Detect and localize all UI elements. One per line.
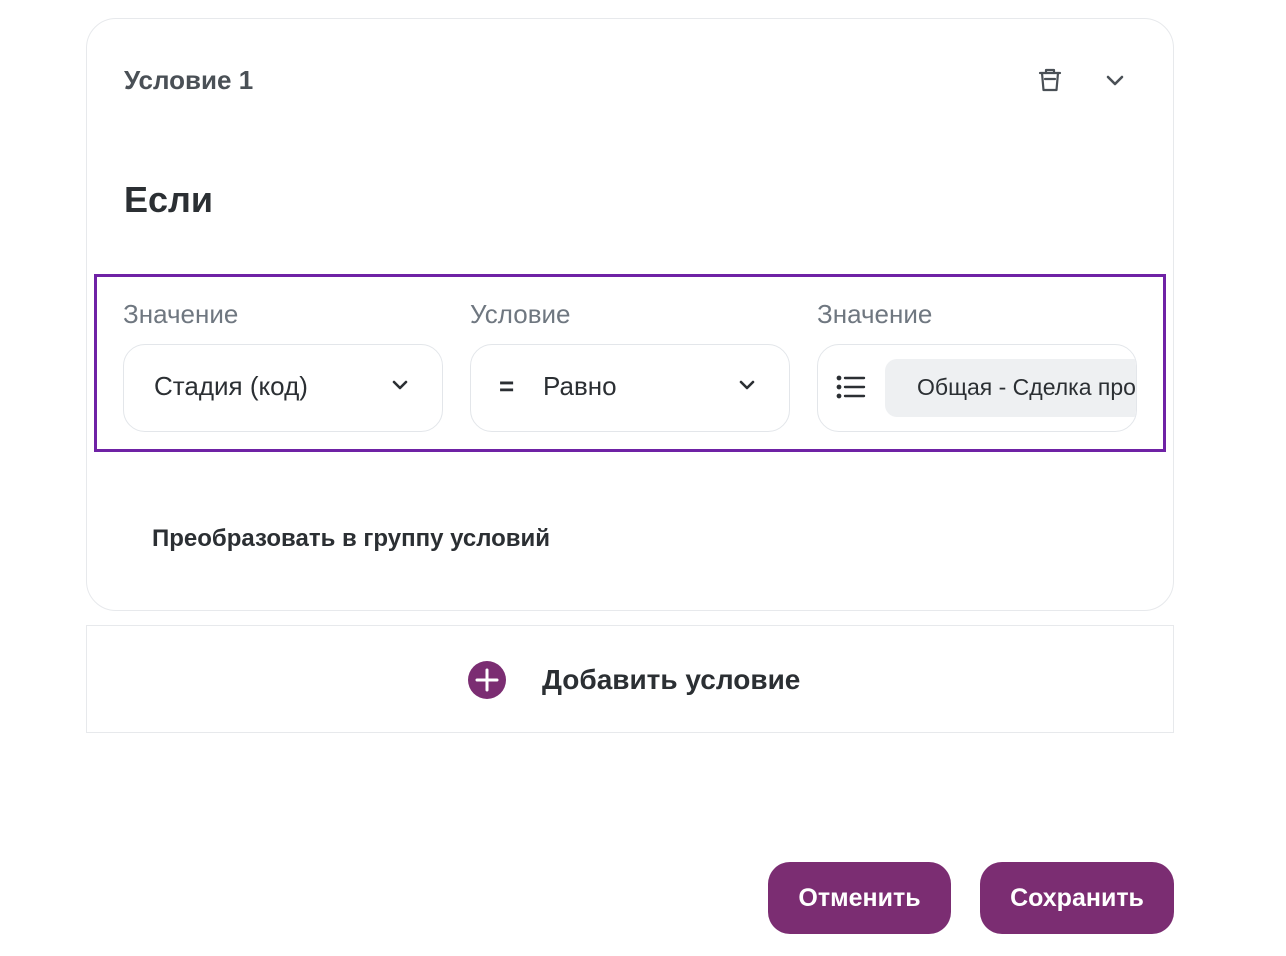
left-value-selected: Стадия (код)	[154, 371, 308, 401]
delete-condition-button[interactable]	[1033, 63, 1067, 97]
operator-selected: Равно	[543, 371, 617, 401]
convert-to-group-link[interactable]: Преобразовать в группу условий	[152, 525, 550, 553]
right-value-label: Значение	[817, 299, 933, 329]
plus-circle-icon	[468, 661, 506, 699]
list-icon[interactable]	[836, 375, 866, 399]
collapse-condition-button[interactable]	[1098, 63, 1132, 97]
value-chip-label: Общая - Сделка проиграна	[917, 374, 1136, 400]
save-button[interactable]: Сохранить	[980, 862, 1174, 934]
add-condition-button[interactable]: Добавить условие	[86, 625, 1174, 733]
condition-title: Условие 1	[124, 65, 254, 95]
if-heading: Если	[124, 179, 214, 220]
trash-icon	[1038, 68, 1062, 92]
operator-select[interactable]: = Равно	[470, 344, 790, 432]
value-chip[interactable]: Общая - Сделка проиграна	[885, 359, 1136, 417]
chevron-down-icon	[392, 380, 408, 390]
cancel-button[interactable]: Отменить	[768, 862, 951, 934]
operator-symbol: =	[499, 371, 515, 401]
left-value-select[interactable]: Стадия (код)	[123, 344, 443, 432]
condition-row: Значение Стадия (код) Условие = Равно Зн…	[94, 274, 1166, 452]
add-condition-label: Добавить условие	[542, 664, 801, 695]
right-value-input[interactable]: Общая - Сделка проиграна	[817, 344, 1137, 432]
condition-card: Условие 1 Если Значение Стадия (код) Усл…	[86, 18, 1174, 611]
operator-label: Условие	[470, 299, 571, 329]
chevron-down-icon	[1106, 75, 1124, 86]
chevron-down-icon	[739, 380, 755, 390]
left-value-label: Значение	[123, 299, 239, 329]
